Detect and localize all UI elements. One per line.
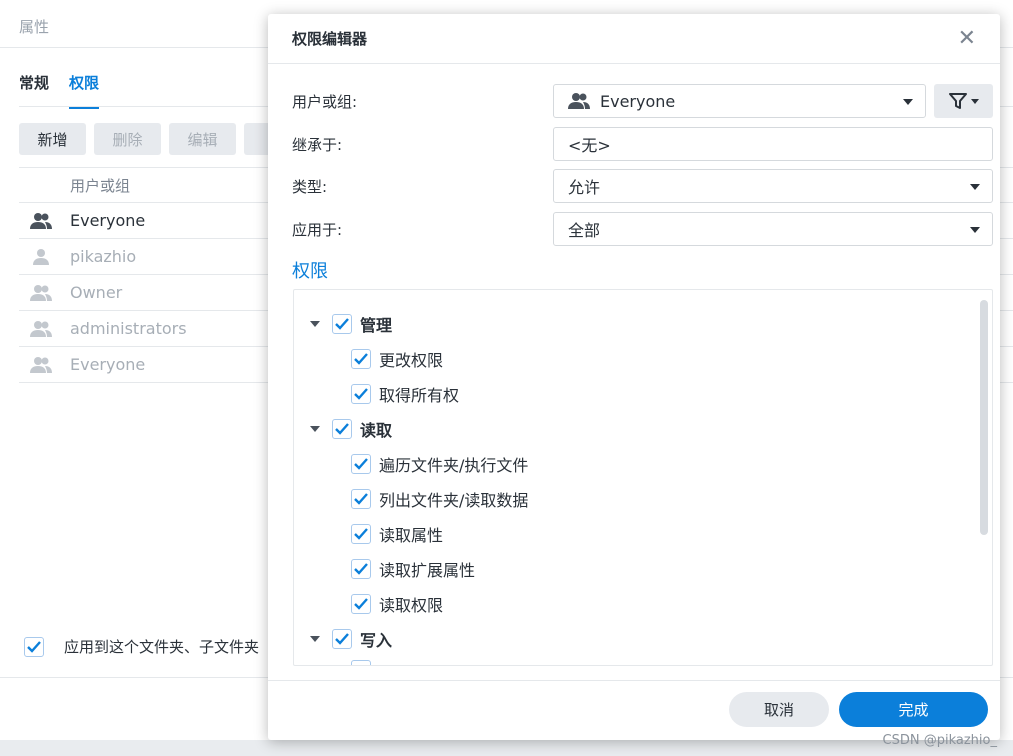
user-or-group-value: Everyone — [600, 91, 676, 111]
user-or-group-select[interactable]: Everyone — [553, 84, 926, 118]
tab-permissions[interactable]: 权限 — [69, 72, 100, 109]
apply-to-value: 全部 — [568, 221, 601, 240]
inherit-field: <无> — [553, 127, 993, 161]
permission-editor-dialog: 权限编辑器 ✕ 用户或组: Everyone 继承于: <无> 类型: 允许 应… — [268, 14, 1000, 740]
tree-group-read: 读取 — [310, 417, 392, 441]
item-label: 列出文件夹/读取数据 — [379, 491, 529, 510]
tree-group-write: 写入 — [310, 627, 392, 651]
checkbox[interactable] — [351, 454, 371, 474]
expand-caret-icon[interactable] — [310, 426, 320, 432]
row-name: Owner — [70, 283, 123, 302]
checkbox[interactable] — [332, 419, 352, 439]
dialog-footer: 取消 完成 — [268, 680, 1000, 740]
tree-group-manage: 管理 — [310, 312, 392, 336]
check-icon — [354, 458, 368, 470]
item-label: 取得所有权 — [379, 386, 460, 405]
chevron-down-icon — [903, 99, 913, 105]
expand-caret-icon[interactable] — [310, 321, 320, 327]
check-icon — [354, 493, 368, 505]
checkbox[interactable] — [351, 660, 371, 665]
checkbox[interactable] — [351, 349, 371, 369]
apply-label: 应用到这个文件夹、子文件夹 — [64, 638, 260, 656]
checkbox[interactable] — [351, 524, 371, 544]
check-icon — [354, 388, 368, 400]
type-value: 允许 — [568, 178, 601, 197]
expand-caret-icon[interactable] — [310, 636, 320, 642]
tree-item: 更改权限 — [351, 347, 443, 371]
row-name: administrators — [70, 319, 187, 338]
watermark: CSDN @pikazhio_ — [882, 733, 997, 748]
permissions-tree: 管理 更改权限 取得所有权 读取 遍历文件夹/执行文件 列出文件夹/读取数据 读… — [293, 289, 993, 666]
apply-checkbox[interactable] — [24, 636, 44, 657]
check-icon — [335, 318, 349, 330]
chevron-down-icon — [970, 98, 979, 104]
dialog-title: 权限编辑器 — [292, 30, 368, 48]
tree-item: 读取扩展属性 — [351, 557, 475, 581]
inherit-value: <无> — [568, 136, 611, 155]
item-label: 遍历文件夹/执行文件 — [379, 456, 529, 475]
chevron-down-icon — [970, 227, 980, 233]
group-icon — [19, 284, 70, 302]
apply-to-label: 应用于: — [292, 220, 343, 239]
cancel-button[interactable]: 取消 — [729, 692, 829, 727]
check-icon — [354, 598, 368, 610]
checkbox[interactable] — [332, 629, 352, 649]
inherit-label: 继承于: — [292, 135, 343, 154]
dialog-header: 权限编辑器 ✕ — [268, 14, 1000, 64]
type-select[interactable]: 允许 — [553, 169, 993, 203]
checkbox[interactable] — [332, 314, 352, 334]
tree-item: 遍历文件夹/执行文件 — [351, 452, 528, 476]
tree-item: 列出文件夹/读取数据 — [351, 487, 528, 511]
permissions-heading: 权限 — [292, 261, 328, 282]
checkbox[interactable] — [351, 594, 371, 614]
properties-tabs: 常规 权限 — [19, 72, 100, 109]
check-icon — [27, 640, 41, 653]
type-row: 类型: 允许 — [292, 169, 993, 203]
tree-item-partial — [351, 660, 379, 665]
apply-to-subfolders: 应用到这个文件夹、子文件夹 — [24, 636, 259, 657]
row-name: Everyone — [70, 211, 146, 230]
item-label: 更改权限 — [379, 351, 444, 370]
checkbox[interactable] — [351, 489, 371, 509]
check-icon — [335, 633, 349, 645]
tree-item: 读取权限 — [351, 592, 443, 616]
apply-to-select[interactable]: 全部 — [553, 212, 993, 246]
group-label: 读取 — [360, 421, 393, 440]
group-icon — [19, 320, 70, 338]
filter-button[interactable] — [934, 84, 993, 118]
group-icon — [19, 212, 70, 230]
delete-button[interactable]: 删除 — [94, 123, 161, 155]
check-icon — [354, 528, 368, 540]
inherit-row: 继承于: <无> — [292, 127, 993, 161]
group-icon — [568, 92, 590, 110]
checkbox[interactable] — [351, 384, 371, 404]
group-icon — [19, 356, 70, 374]
add-button[interactable]: 新增 — [19, 123, 86, 155]
tab-general[interactable]: 常规 — [19, 72, 49, 109]
done-button[interactable]: 完成 — [839, 692, 988, 727]
tree-item: 读取属性 — [351, 522, 443, 546]
group-label: 管理 — [360, 316, 393, 335]
row-name: pikazhio — [70, 247, 137, 266]
check-icon — [354, 353, 368, 365]
group-label: 写入 — [360, 631, 393, 650]
type-label: 类型: — [292, 177, 328, 196]
user-or-group-label: 用户或组: — [292, 92, 358, 111]
scrollbar[interactable] — [980, 300, 988, 535]
row-name: Everyone — [70, 355, 146, 374]
item-label: 读取属性 — [379, 526, 444, 545]
check-icon — [335, 423, 349, 435]
item-label: 读取扩展属性 — [379, 561, 476, 580]
user-icon — [19, 248, 70, 266]
tree-item: 取得所有权 — [351, 382, 459, 406]
check-icon — [354, 563, 368, 575]
checkbox[interactable] — [351, 559, 371, 579]
apply-to-row: 应用于: 全部 — [292, 212, 993, 246]
item-label: 读取权限 — [379, 596, 444, 615]
user-or-group-row: 用户或组: Everyone — [292, 84, 993, 118]
filter-icon — [948, 93, 967, 109]
chevron-down-icon — [970, 184, 980, 190]
edit-button[interactable]: 编辑 — [169, 123, 236, 155]
close-icon[interactable]: ✕ — [958, 26, 976, 51]
